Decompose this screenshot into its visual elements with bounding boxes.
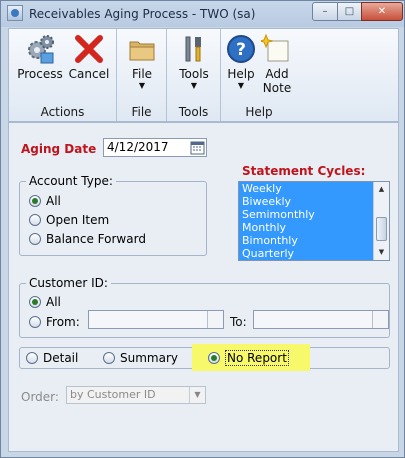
scroll-up-icon[interactable]: ▲	[374, 182, 389, 197]
help-label: Help	[227, 67, 255, 81]
maximize-button[interactable]: □	[337, 2, 362, 21]
title-bar[interactable]: Receivables Aging Process - TWO (sa) – □…	[1, 1, 404, 27]
folder-icon	[126, 33, 158, 65]
radio-account-open-item[interactable]: Open Item	[29, 213, 109, 229]
radio-customer-all[interactable]: All	[29, 295, 61, 311]
customer-id-group: Customer ID: All From: To:	[19, 276, 390, 338]
lookup-icon[interactable]	[372, 311, 388, 328]
dialog-body: Aging Date 4/12/2017 Account Type: All O…	[8, 122, 399, 452]
add-note-button[interactable]: Add Note	[258, 33, 295, 95]
radio-report-summary-label: Summary	[120, 351, 178, 365]
radio-selected-icon	[29, 296, 41, 308]
svg-text:?: ?	[236, 40, 246, 60]
scroll-down-icon[interactable]: ▼	[374, 245, 389, 260]
statement-cycles-label: Statement Cycles:	[242, 164, 366, 178]
ribbon-group-file: File ▼ File	[117, 29, 167, 121]
red-x-icon	[73, 33, 105, 65]
customer-to-field[interactable]	[253, 310, 389, 329]
list-item[interactable]: Bimonthly	[239, 234, 373, 247]
add-note-label: Add Note	[262, 67, 292, 95]
radio-report-no-report-label: No Report	[225, 350, 289, 366]
help-chevron-down-icon: ▼	[237, 81, 245, 90]
list-item[interactable]: Monthly	[239, 221, 373, 234]
file-label: File	[131, 67, 153, 81]
customer-to-label: To:	[230, 315, 247, 329]
process-label: Process	[17, 67, 63, 81]
tools-icon	[178, 33, 210, 65]
chevron-down-icon: ▼	[189, 387, 205, 403]
group-label-help: Help	[245, 105, 273, 119]
help-icon: ?	[225, 33, 257, 65]
file-button[interactable]: File ▼	[120, 33, 164, 91]
order-select[interactable]: by Customer ID ▼	[66, 386, 206, 404]
group-label-file: File	[131, 105, 152, 119]
lookup-icon[interactable]	[207, 311, 223, 328]
radio-account-balance-forward-label: Balance Forward	[46, 232, 146, 246]
help-button[interactable]: ? Help ▼	[223, 33, 259, 91]
statement-cycles-list[interactable]: Weekly Biweekly Semimonthly Monthly Bimo…	[238, 181, 390, 261]
list-item[interactable]: Biweekly	[239, 195, 373, 208]
ribbon-group-tools: Tools ▼ Tools	[167, 29, 221, 121]
cancel-button[interactable]: Cancel	[65, 33, 113, 81]
gears-icon	[24, 33, 56, 65]
note-icon	[258, 33, 293, 65]
file-chevron-down-icon: ▼	[138, 81, 146, 90]
radio-unselected-icon	[26, 352, 38, 364]
app-icon	[7, 5, 23, 21]
radio-account-all[interactable]: All	[29, 194, 61, 210]
aging-date-value: 4/12/2017	[107, 140, 169, 154]
radio-customer-from[interactable]: From:	[29, 315, 80, 331]
radio-report-no-report[interactable]: No Report	[208, 350, 289, 367]
radio-account-all-label: All	[46, 194, 61, 208]
list-item[interactable]: Semimonthly	[239, 208, 373, 221]
radio-account-balance-forward[interactable]: Balance Forward	[29, 232, 146, 248]
account-type-title: Account Type:	[26, 174, 116, 188]
radio-report-summary[interactable]: Summary	[103, 351, 178, 367]
customer-id-title: Customer ID:	[26, 276, 111, 290]
app-window: Receivables Aging Process - TWO (sa) – □…	[0, 0, 405, 458]
radio-selected-icon	[29, 195, 41, 207]
group-label-actions: Actions	[40, 105, 85, 119]
group-label-tools: Tools	[178, 105, 209, 119]
radio-unselected-icon	[29, 316, 41, 328]
radio-unselected-icon	[103, 352, 115, 364]
radio-report-detail-label: Detail	[43, 351, 79, 365]
close-button[interactable]: ✕	[361, 2, 403, 21]
radio-account-open-item-label: Open Item	[46, 213, 110, 227]
window-title: Receivables Aging Process - TWO (sa)	[29, 7, 256, 21]
ribbon-group-help: ? Help ▼ Add Note Help	[221, 29, 297, 121]
list-item[interactable]: Weekly	[239, 182, 373, 195]
scroll-thumb[interactable]	[376, 217, 387, 241]
process-button[interactable]: Process	[13, 33, 67, 81]
calendar-icon[interactable]	[190, 140, 205, 155]
radio-selected-icon	[208, 352, 220, 364]
radio-customer-from-label: From:	[46, 315, 80, 329]
ribbon-toolbar: Process Cancel Actions File ▼ File Tools…	[8, 28, 399, 122]
tools-chevron-down-icon: ▼	[190, 81, 198, 90]
customer-from-field[interactable]	[88, 310, 224, 329]
tools-label: Tools	[179, 67, 209, 81]
aging-date-field[interactable]: 4/12/2017	[103, 138, 207, 157]
radio-customer-all-label: All	[46, 295, 61, 309]
radio-report-detail[interactable]: Detail	[26, 351, 78, 367]
minimize-button[interactable]: –	[312, 2, 338, 21]
list-item[interactable]: Quarterly	[239, 247, 373, 260]
radio-unselected-icon	[29, 214, 41, 226]
account-type-group: Account Type: All Open Item Balance Forw…	[19, 174, 207, 256]
order-value: by Customer ID	[70, 388, 156, 401]
list-scrollbar[interactable]: ▲ ▼	[373, 182, 389, 260]
ribbon-group-actions: Process Cancel Actions	[9, 29, 117, 121]
report-type-group: Detail Summary No Report	[19, 344, 390, 371]
aging-date-label: Aging Date	[21, 142, 97, 156]
tools-button[interactable]: Tools ▼	[171, 33, 217, 91]
cancel-label: Cancel	[68, 67, 110, 81]
radio-unselected-icon	[29, 233, 41, 245]
order-label: Order:	[21, 390, 59, 404]
